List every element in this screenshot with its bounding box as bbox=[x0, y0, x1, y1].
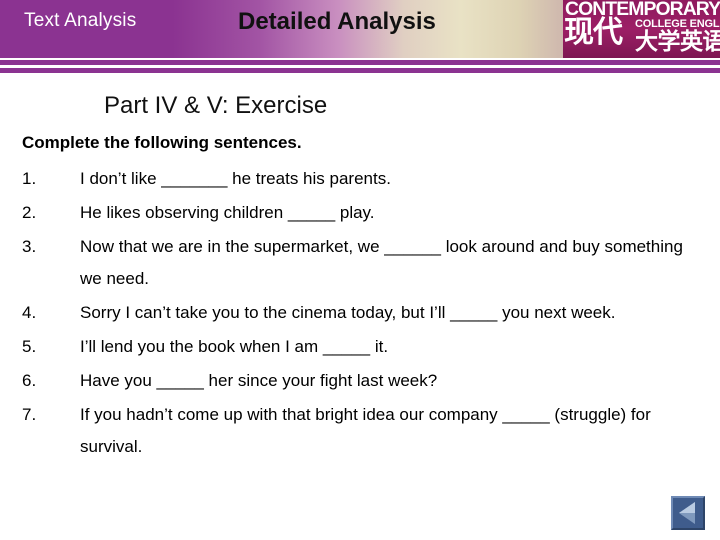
exercise-instruction: Complete the following sentences. bbox=[22, 133, 302, 152]
header-left-title: Text Analysis bbox=[24, 10, 137, 31]
item-number: 7. bbox=[22, 405, 37, 424]
contemporary-college-english-logo: CONTEMPORARY 现代 COLLEGE ENGLISH 大学英语 bbox=[563, 0, 720, 58]
item-number: 6. bbox=[22, 371, 37, 390]
list-item: 3. Now that we are in the supermarket, w… bbox=[22, 231, 698, 295]
header-center-title: Detailed Analysis bbox=[238, 8, 436, 35]
item-text: If you hadn’t come up with that bright i… bbox=[80, 405, 651, 456]
list-item: 4. Sorry I can’t take you to the cinema … bbox=[22, 297, 698, 329]
logo-chinese-top-text: 现代 bbox=[564, 15, 623, 50]
header-divider-bar-top bbox=[0, 60, 720, 65]
list-item: 5. I’ll lend you the book when I am ____… bbox=[22, 331, 698, 363]
item-text: I don’t like _______ he treats his paren… bbox=[80, 169, 391, 188]
item-number: 1. bbox=[22, 169, 37, 188]
item-text: Have you _____ her since your fight last… bbox=[80, 371, 438, 390]
item-text: Sorry I can’t take you to the cinema tod… bbox=[80, 303, 616, 322]
list-item: 2. He likes observing children _____ pla… bbox=[22, 197, 698, 229]
logo-chinese-bottom-text: 大学英语 bbox=[635, 29, 720, 55]
slide-header: Text Analysis Detailed Analysis CONTEMPO… bbox=[0, 0, 720, 58]
item-number: 4. bbox=[22, 303, 37, 322]
item-text: He likes observing children _____ play. bbox=[80, 203, 375, 222]
list-item: 7. If you hadn’t come up with that brigh… bbox=[22, 399, 698, 463]
item-text: I’ll lend you the book when I am _____ i… bbox=[80, 337, 389, 356]
exercise-item-list: 1. I don’t like _______ he treats his pa… bbox=[22, 163, 698, 465]
header-divider-bar-bottom bbox=[0, 68, 720, 73]
left-triangle-icon bbox=[679, 502, 695, 524]
item-text: Now that we are in the supermarket, we _… bbox=[80, 237, 683, 288]
slide-title: Part IV & V: Exercise bbox=[104, 92, 328, 119]
list-item: 6. Have you _____ her since your fight l… bbox=[22, 365, 698, 397]
item-number: 3. bbox=[22, 237, 37, 256]
list-item: 1. I don’t like _______ he treats his pa… bbox=[22, 163, 698, 195]
item-number: 5. bbox=[22, 337, 37, 356]
item-number: 2. bbox=[22, 203, 37, 222]
back-navigation-button[interactable] bbox=[671, 496, 705, 530]
